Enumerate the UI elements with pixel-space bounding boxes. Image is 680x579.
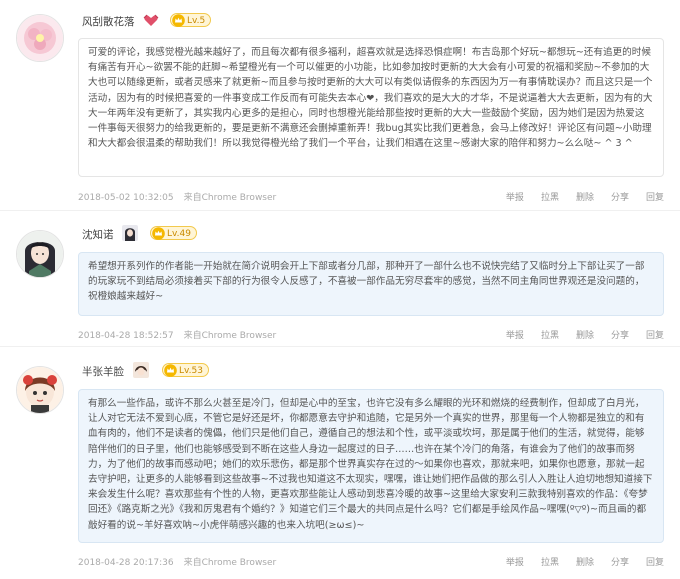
level-badge: Lv.5 bbox=[170, 13, 212, 27]
report-button[interactable]: 举报 bbox=[506, 331, 524, 341]
comment-meta: 2018-04-28 18:52:57 来自Chrome Browser bbox=[78, 328, 276, 341]
action-bar: 举报 拉黑 删除 分享 回复 bbox=[489, 328, 664, 341]
avatar[interactable] bbox=[16, 14, 64, 62]
report-button[interactable]: 举报 bbox=[506, 193, 524, 203]
heart-crest-icon bbox=[143, 12, 159, 28]
share-button[interactable]: 分享 bbox=[611, 193, 629, 203]
action-bar: 举报 拉黑 删除 分享 回复 bbox=[489, 190, 664, 203]
share-button[interactable]: 分享 bbox=[611, 558, 629, 568]
action-bar: 举报 拉黑 删除 分享 回复 bbox=[489, 555, 664, 568]
character-avatar-icon bbox=[122, 225, 138, 241]
delete-button[interactable]: 删除 bbox=[576, 558, 594, 568]
comment-meta: 2018-05-02 10:32:05 来自Chrome Browser bbox=[78, 190, 276, 203]
divider bbox=[0, 346, 680, 347]
block-button[interactable]: 拉黑 bbox=[541, 331, 559, 341]
crown-icon bbox=[172, 14, 185, 27]
username[interactable]: 沈知诺 bbox=[82, 227, 114, 242]
divider bbox=[0, 210, 680, 211]
reply-button[interactable]: 回复 bbox=[646, 331, 664, 341]
delete-button[interactable]: 删除 bbox=[576, 331, 594, 341]
comment-text: 可爱的评论，我感觉橙光越来越好了，而且每次都有很多福利，超喜欢就是选择恐惧症啊！… bbox=[78, 38, 664, 177]
reply-button[interactable]: 回复 bbox=[646, 193, 664, 203]
character-avatar-icon bbox=[133, 362, 149, 378]
share-button[interactable]: 分享 bbox=[611, 331, 629, 341]
level-text: Lv.53 bbox=[179, 366, 203, 376]
block-button[interactable]: 拉黑 bbox=[541, 558, 559, 568]
report-button[interactable]: 举报 bbox=[506, 558, 524, 568]
level-text: Lv.5 bbox=[187, 16, 206, 26]
delete-button[interactable]: 删除 bbox=[576, 193, 594, 203]
source-label: 来自Chrome Browser bbox=[183, 331, 277, 341]
username[interactable]: 风刮散花落 bbox=[82, 14, 135, 29]
timestamp: 2018-04-28 20:17:36 bbox=[78, 558, 174, 568]
reply-button[interactable]: 回复 bbox=[646, 558, 664, 568]
comment-text: 希望想开系列作的作者能一开始就在简介说明会开上下部或者分几部，那种开了一部什么也… bbox=[78, 252, 664, 316]
timestamp: 2018-04-28 18:52:57 bbox=[78, 331, 174, 341]
crown-icon bbox=[152, 227, 165, 240]
username[interactable]: 半张羊脸 bbox=[82, 364, 124, 379]
level-badge: Lv.49 bbox=[150, 226, 197, 240]
block-button[interactable]: 拉黑 bbox=[541, 193, 559, 203]
avatar[interactable] bbox=[16, 366, 64, 414]
timestamp: 2018-05-02 10:32:05 bbox=[78, 193, 174, 203]
comment-text: 有那么一些作品，或许不那么火甚至是冷门，但却是心中的至宝，也许它没有多么耀眼的光… bbox=[78, 389, 664, 543]
avatar[interactable] bbox=[16, 230, 64, 278]
source-label: 来自Chrome Browser bbox=[183, 558, 277, 568]
level-badge: Lv.53 bbox=[162, 363, 209, 377]
crown-icon bbox=[164, 364, 177, 377]
level-text: Lv.49 bbox=[167, 229, 191, 239]
source-label: 来自Chrome Browser bbox=[183, 193, 277, 203]
comment-meta: 2018-04-28 20:17:36 来自Chrome Browser bbox=[78, 555, 276, 568]
